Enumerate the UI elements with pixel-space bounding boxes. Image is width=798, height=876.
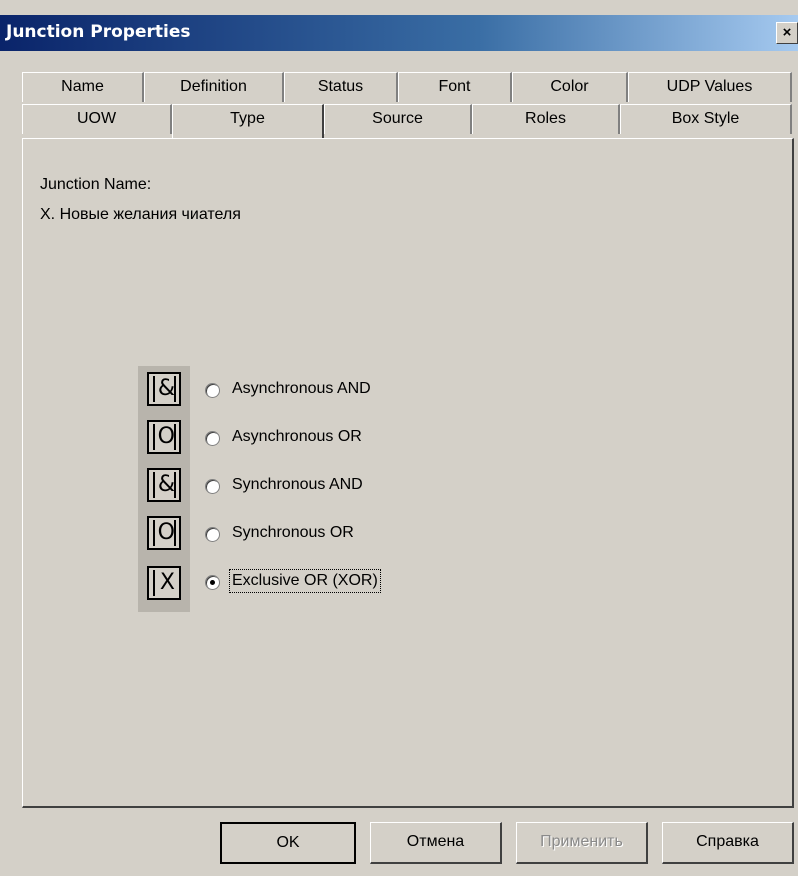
async-and-label[interactable]: Asynchronous AND: [232, 380, 371, 398]
async-or-icon: O: [147, 420, 181, 454]
ok-button[interactable]: OK: [220, 822, 356, 864]
tab-name[interactable]: Name: [22, 72, 144, 102]
tab-status[interactable]: Status: [284, 72, 398, 102]
radio-sync-and[interactable]: [205, 479, 220, 494]
xor-icon: X: [147, 566, 181, 600]
radio-async-or[interactable]: [205, 431, 220, 446]
tab-color[interactable]: Color: [512, 72, 628, 102]
window-title: Junction Properties: [6, 22, 191, 42]
title-bar[interactable]: Junction Properties: [0, 15, 798, 51]
junction-name-value: X. Новые желания чиателя: [40, 206, 241, 223]
junction-name-label: Junction Name:: [40, 176, 152, 193]
junction-properties-dialog: Junction Properties × Name Definition St…: [0, 0, 798, 876]
tab-udp-values[interactable]: UDP Values: [628, 72, 792, 102]
tab-source[interactable]: Source: [324, 104, 472, 134]
help-button[interactable]: Справка: [662, 822, 794, 864]
tab-type[interactable]: Type: [172, 104, 324, 138]
tab-box-style[interactable]: Box Style: [620, 104, 792, 134]
tab-font[interactable]: Font: [398, 72, 512, 102]
cancel-button[interactable]: Отмена: [370, 822, 502, 864]
xor-label[interactable]: Exclusive OR (XOR): [229, 569, 381, 593]
close-button[interactable]: ×: [776, 22, 798, 44]
radio-async-and[interactable]: [205, 383, 220, 398]
apply-button[interactable]: Применить: [516, 822, 648, 864]
radio-sync-or[interactable]: [205, 527, 220, 542]
async-and-icon: &: [147, 372, 181, 406]
tab-definition[interactable]: Definition: [144, 72, 284, 102]
async-or-label[interactable]: Asynchronous OR: [232, 428, 362, 446]
sync-and-icon: &: [147, 468, 181, 502]
sync-or-icon: O: [147, 516, 181, 550]
radio-xor[interactable]: [205, 575, 220, 590]
sync-and-label[interactable]: Synchronous AND: [232, 476, 363, 494]
tab-roles[interactable]: Roles: [472, 104, 620, 134]
tab-uow[interactable]: UOW: [22, 104, 172, 134]
sync-or-label[interactable]: Synchronous OR: [232, 524, 354, 542]
